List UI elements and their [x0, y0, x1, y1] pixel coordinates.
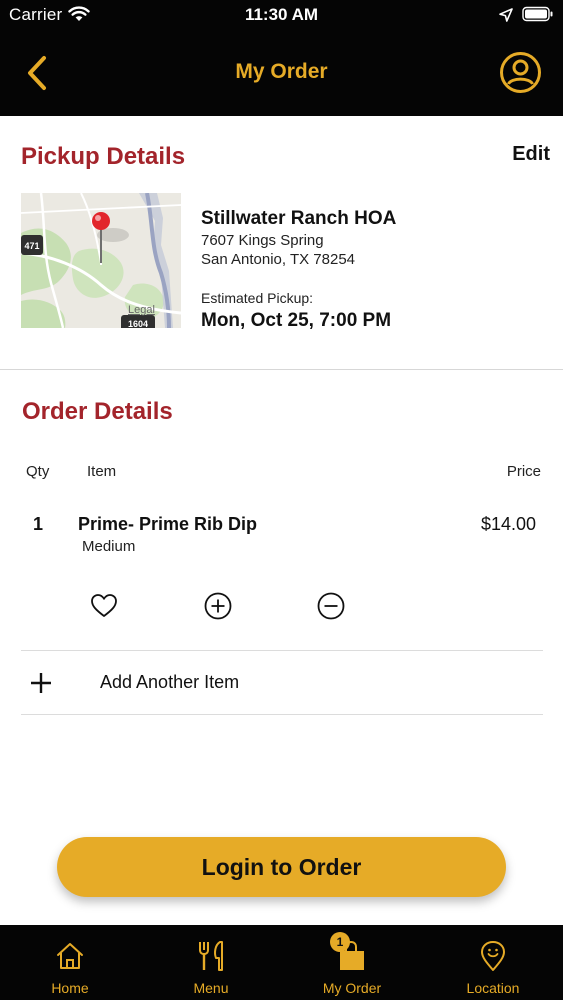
cart-count-badge: 1 — [330, 932, 350, 952]
fork-knife-icon — [199, 941, 223, 971]
page-title: My Order — [235, 60, 328, 83]
battery-icon — [522, 6, 553, 22]
tab-menu[interactable]: Menu — [141, 925, 281, 1000]
col-header-price: Price — [506, 463, 541, 480]
pickup-map[interactable]: 471 1604 Legal — [21, 193, 181, 328]
add-another-item-button[interactable]: Add Another Item — [21, 651, 543, 714]
pickup-address-line2: San Antonio, TX 78254 — [201, 251, 356, 268]
location-arrow-icon — [499, 8, 513, 22]
minus-circle-icon[interactable] — [317, 592, 345, 620]
item-qty: 1 — [33, 514, 44, 534]
login-to-order-button[interactable]: Login to Order — [57, 837, 506, 897]
item-name: Prime- Prime Rib Dip — [78, 514, 258, 534]
add-another-item-label: Add Another Item — [100, 672, 240, 692]
item-modifier: Medium — [82, 538, 136, 555]
pickup-details-title: Pickup Details — [21, 143, 186, 170]
tab-my-order[interactable]: My Order — [282, 925, 422, 1000]
col-header-item: Item — [87, 463, 117, 480]
pickup-location-name: Stillwater Ranch HOA — [201, 208, 397, 229]
map-legal-link[interactable]: Legal — [128, 304, 155, 316]
status-bar: Carrier 11:30 AM — [0, 0, 563, 30]
map-shield-471: 471 — [24, 241, 39, 251]
map-shield-1604: 1604 — [128, 319, 148, 328]
tab-location-label: Location — [466, 980, 520, 996]
map-tiles: 471 1604 Legal — [21, 193, 181, 328]
clock: 11:30 AM — [244, 5, 319, 24]
estimated-pickup-value: Mon, Oct 25, 7:00 PM — [201, 310, 392, 331]
user-circle-icon — [500, 52, 541, 93]
map-pin-smile-icon — [481, 941, 505, 971]
tab-home-label: Home — [51, 980, 89, 996]
list-divider — [21, 714, 543, 715]
pickup-address-line1: 7607 Kings Spring — [201, 232, 324, 249]
tab-home[interactable]: Home — [0, 925, 140, 1000]
app-header: Carrier 11:30 AM My Order — [0, 0, 563, 116]
profile-button[interactable] — [499, 51, 542, 94]
item-price: $14.00 — [480, 514, 536, 534]
heart-icon[interactable] — [90, 592, 118, 620]
tab-my-order-label: My Order — [322, 980, 382, 996]
order-details-title: Order Details — [22, 398, 173, 425]
tab-menu-label: Menu — [193, 980, 229, 996]
plus-circle-icon[interactable] — [204, 592, 232, 620]
col-header-qty: Qty — [26, 463, 50, 480]
plus-icon — [31, 673, 51, 693]
tab-bar: Home Menu My Order Location — [0, 925, 563, 1000]
section-divider — [0, 369, 563, 370]
home-icon — [57, 943, 83, 969]
estimated-pickup-label: Estimated Pickup: — [201, 290, 314, 306]
tab-location[interactable]: Location — [423, 925, 563, 1000]
edit-pickup-button[interactable]: Edit — [490, 143, 550, 166]
